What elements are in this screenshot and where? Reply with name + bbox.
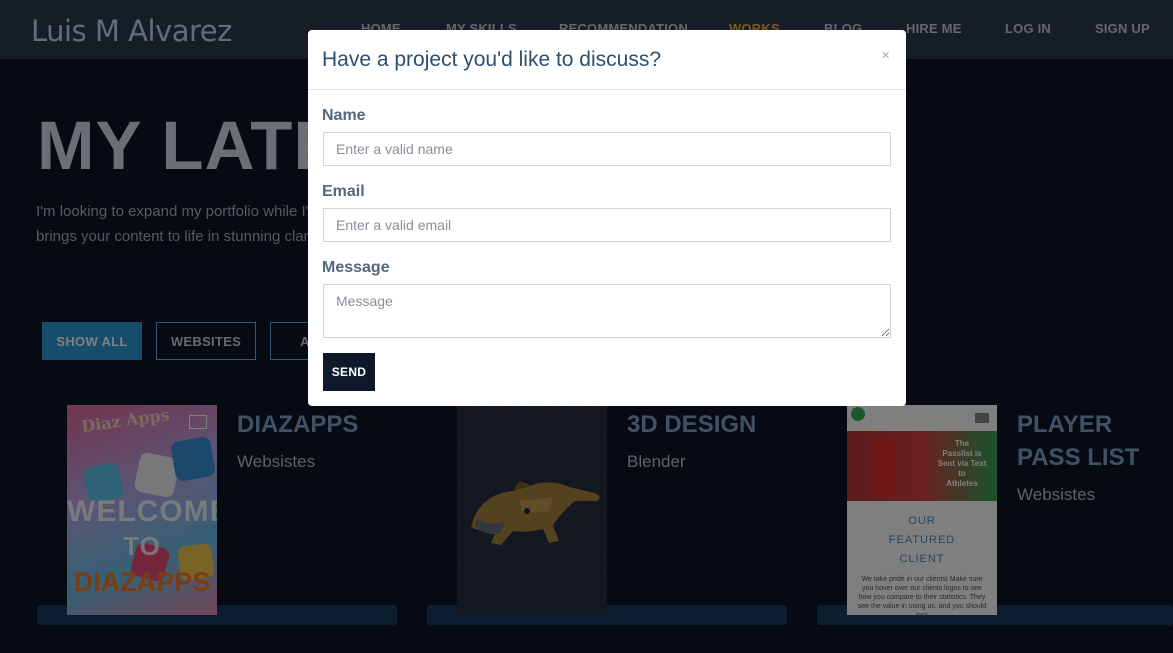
message-textarea[interactable] — [323, 284, 891, 338]
close-icon[interactable]: × — [881, 47, 890, 64]
modal-header: Have a project you'd like to discuss? × — [308, 30, 906, 90]
contact-modal: Have a project you'd like to discuss? × … — [308, 30, 906, 406]
email-input[interactable] — [323, 208, 891, 242]
name-label: Name — [322, 107, 366, 124]
email-label: Email — [322, 183, 365, 200]
modal-title: Have a project you'd like to discuss? — [322, 48, 662, 71]
name-input[interactable] — [323, 132, 891, 166]
send-button[interactable]: SEND — [323, 353, 375, 391]
message-label: Message — [322, 259, 390, 276]
